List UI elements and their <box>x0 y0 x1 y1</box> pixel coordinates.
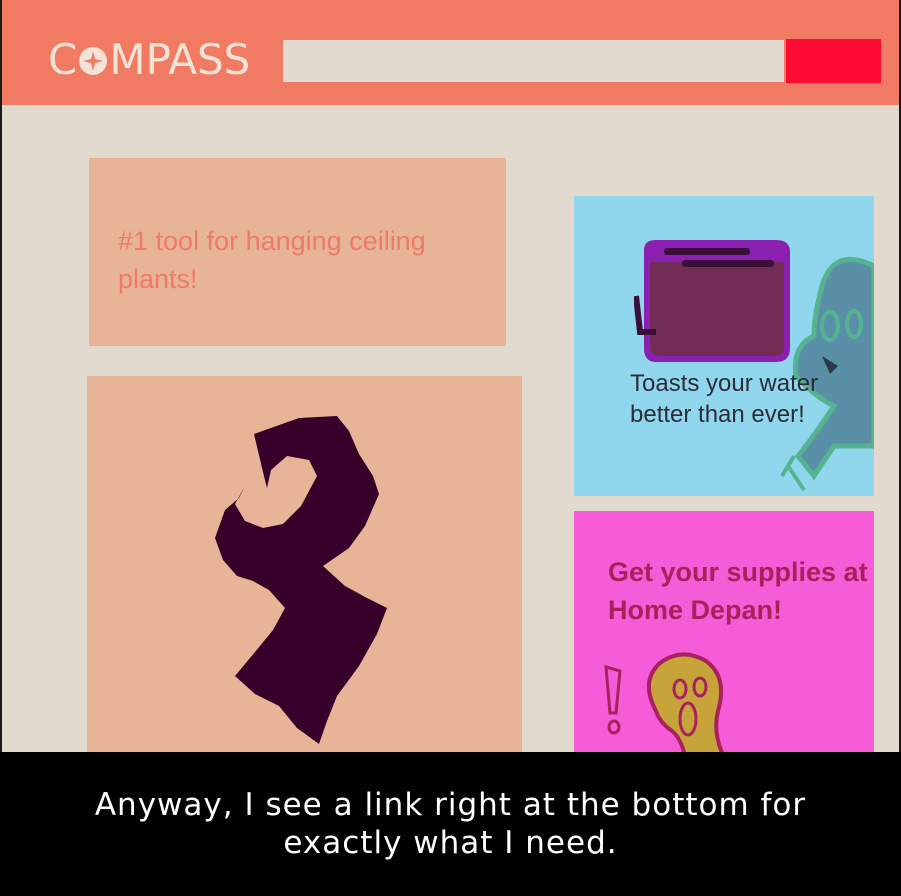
card-tagline: #1 tool for hanging ceiling plants! <box>118 226 426 294</box>
site-logo[interactable]: C MPASS <box>48 34 250 86</box>
search-button[interactable] <box>786 39 881 83</box>
dialogue-caption[interactable]: Anyway, I see a link right at the bottom… <box>0 752 901 896</box>
logo-text-start: C <box>48 35 78 84</box>
ad-toaster-text: Toasts your water better than ever! <box>630 370 819 428</box>
logo-text-end: MPASS <box>109 35 251 84</box>
featured-image-card[interactable] <box>87 376 522 752</box>
featured-tagline-card[interactable]: #1 tool for hanging ceiling plants! <box>89 158 506 346</box>
screaming-blob-icon <box>647 652 724 752</box>
ad-supplies[interactable]: Get your supplies at Home Depan! <box>574 511 874 752</box>
search-input[interactable] <box>283 40 784 82</box>
toaster-icon <box>634 240 790 362</box>
ad-toaster[interactable]: Toasts your water better than ever! <box>574 196 874 496</box>
ad-supplies-text: Get your supplies at Home Depan! <box>608 557 868 625</box>
hook-tool-silhouette <box>215 416 387 744</box>
browser-page: C MPASS #1 tool for hanging ceiling plan… <box>0 0 901 752</box>
caption-line-2: exactly what I need. <box>283 825 618 861</box>
compass-rose-icon <box>78 46 108 76</box>
caption-line-1: Anyway, I see a link right at the bottom… <box>94 787 807 823</box>
site-header: C MPASS <box>2 0 899 105</box>
game-scene: C MPASS #1 tool for hanging ceiling plan… <box>0 0 901 896</box>
exclamation-icon <box>604 664 622 735</box>
